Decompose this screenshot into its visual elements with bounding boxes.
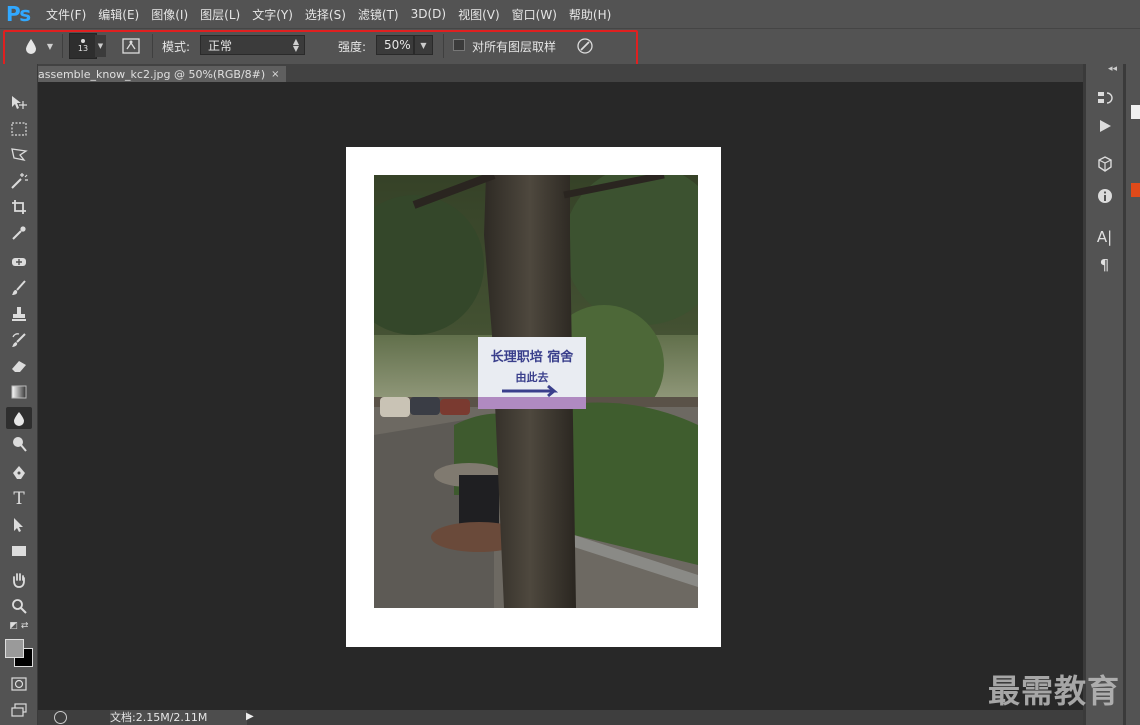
strength-input[interactable]: 50% — [376, 35, 414, 55]
panel-column-collapsed — [1126, 64, 1140, 725]
menu-select[interactable]: 选择(S) — [299, 6, 352, 23]
dodge-tool-icon[interactable] — [6, 433, 32, 455]
3d-panel-icon[interactable] — [1086, 152, 1123, 176]
status-bar: 文档:2.15M/2.11M ▶ — [38, 710, 1083, 725]
menu-type[interactable]: 文字(Y) — [246, 6, 299, 23]
tool-preset-dropdown-icon[interactable]: ▼ — [44, 38, 56, 54]
status-menu-arrow-icon[interactable]: ▶ — [246, 711, 254, 722]
eraser-tool-icon[interactable] — [6, 355, 32, 377]
document-canvas[interactable]: 长理职培 宿舍 由此去 — [38, 82, 1083, 710]
zoom-tool-icon[interactable] — [6, 595, 32, 617]
separator — [62, 34, 63, 58]
strength-dropdown-icon[interactable]: ▼ — [414, 35, 433, 55]
mode-select[interactable]: 正常 ▲ ▼ — [200, 35, 305, 55]
sign-line-1: 长理职培 宿舍 — [491, 349, 575, 365]
zoom-status-icon[interactable] — [54, 711, 67, 724]
updown-arrows-icon: ▲ ▼ — [292, 37, 299, 53]
actions-play-icon[interactable] — [1086, 114, 1123, 138]
brush-size-picker[interactable]: 13 — [69, 33, 97, 59]
document-photo: 长理职培 宿舍 由此去 — [374, 175, 698, 608]
watermark-text: 最需教育 — [988, 672, 1121, 710]
menu-3d[interactable]: 3D(D) — [405, 7, 452, 21]
menu-view[interactable]: 视图(V) — [452, 6, 506, 23]
type-tool-icon[interactable]: T — [6, 488, 32, 510]
screen-mode-icon[interactable] — [6, 699, 32, 721]
close-tab-icon[interactable]: × — [271, 69, 279, 80]
quick-mask-icon[interactable] — [6, 673, 32, 695]
brush-panel-toggle-icon[interactable] — [120, 36, 142, 56]
menu-layer[interactable]: 图层(L) — [194, 6, 246, 23]
panel-swatch-white — [1131, 105, 1140, 119]
menu-edit[interactable]: 编辑(E) — [92, 6, 145, 23]
lasso-tool-icon[interactable] — [6, 144, 32, 166]
blur-tool-preset-icon[interactable] — [20, 36, 42, 56]
foreground-color-swatch[interactable] — [5, 639, 24, 658]
eyedropper-tool-icon[interactable] — [6, 222, 32, 244]
panel-swatch-orange — [1131, 183, 1140, 197]
history-panel-icon[interactable] — [1086, 86, 1123, 110]
mode-value: 正常 — [208, 38, 233, 53]
brush-size-value: 13 — [77, 44, 89, 53]
crop-tool-icon[interactable] — [6, 196, 32, 218]
menu-bar: Ps 文件(F) 编辑(E) 图像(I) 图层(L) 文字(Y) 选择(S) 滤… — [0, 0, 1140, 28]
menu-window[interactable]: 窗口(W) — [506, 6, 563, 23]
hand-tool-icon[interactable] — [6, 569, 32, 591]
history-brush-tool-icon[interactable] — [6, 329, 32, 351]
brush-tip-icon — [81, 39, 85, 43]
info-panel-icon[interactable] — [1086, 184, 1123, 208]
sample-all-layers-checkbox[interactable] — [453, 39, 465, 51]
document-tab[interactable]: assemble_know_kc2.jpg @ 50%(RGB/8#) × — [38, 66, 286, 82]
strength-label: 强度: — [338, 39, 367, 54]
pen-tool-icon[interactable] — [6, 462, 32, 484]
blur-tool-icon[interactable] — [6, 407, 32, 429]
sign-line-2: 由此去 — [516, 370, 549, 384]
document-tab-row: assemble_know_kc2.jpg @ 50%(RGB/8#) × — [38, 64, 1083, 82]
document-tab-title: assemble_know_kc2.jpg @ 50%(RGB/8#) — [38, 67, 266, 81]
path-selection-tool-icon[interactable] — [6, 514, 32, 536]
document-page: 长理职培 宿舍 由此去 — [346, 147, 721, 647]
mode-label: 模式: — [162, 39, 191, 54]
default-colors-icon[interactable]: ◩ ⇄ — [6, 619, 32, 633]
character-panel-icon[interactable]: A| — [1086, 225, 1123, 249]
brush-tool-icon[interactable] — [6, 277, 32, 299]
separator — [152, 34, 153, 58]
marquee-tool-icon[interactable] — [6, 118, 32, 140]
menu-filter[interactable]: 滤镜(T) — [352, 6, 405, 23]
healing-brush-tool-icon[interactable] — [6, 251, 32, 273]
clone-stamp-tool-icon[interactable] — [6, 303, 32, 325]
pressure-override-icon[interactable] — [574, 35, 596, 57]
strength-value: 50% — [384, 38, 411, 52]
brush-picker-dropdown-icon[interactable]: ▼ — [95, 35, 106, 57]
menu-image[interactable]: 图像(I) — [145, 6, 194, 23]
menu-help[interactable]: 帮助(H) — [563, 6, 617, 23]
collapse-panels-icon[interactable]: ◂◂ — [1108, 64, 1117, 74]
menu-file[interactable]: 文件(F) — [40, 6, 92, 23]
move-tool-icon[interactable] — [6, 92, 32, 114]
document-size-info[interactable]: 文档:2.15M/2.11M — [110, 710, 248, 725]
gradient-tool-icon[interactable] — [6, 381, 32, 403]
sample-all-layers-label[interactable]: 对所有图层取样 — [472, 36, 556, 56]
magic-wand-tool-icon[interactable] — [6, 170, 32, 192]
photoshop-logo: Ps — [6, 2, 31, 26]
rectangle-tool-icon[interactable] — [6, 540, 32, 562]
main-menu: 文件(F) 编辑(E) 图像(I) 图层(L) 文字(Y) 选择(S) 滤镜(T… — [40, 0, 617, 28]
paragraph-panel-icon[interactable]: ¶ — [1086, 253, 1123, 277]
separator — [443, 34, 444, 58]
